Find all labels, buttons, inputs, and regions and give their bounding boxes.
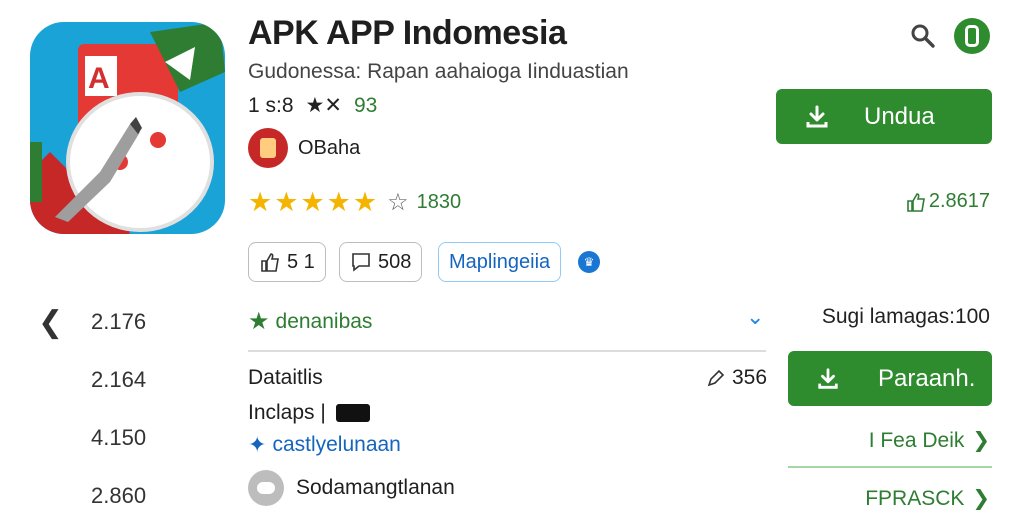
tag-label: Maplingeiia [449, 250, 551, 273]
includes-row: Inclaps | [248, 401, 370, 425]
like-chip[interactable]: 5 1 [248, 242, 326, 282]
left-stat: 2.860 [91, 483, 147, 508]
right-like-stat: 2.8617 [905, 190, 990, 213]
paranaha-label: Paraanh. [878, 364, 976, 392]
right-link-1-label: I Fea Deik [868, 428, 965, 452]
rating-stars: ★ ★ ★ ★ ★ ☆ 1830 [248, 188, 461, 217]
details-heading: Dataitlis [248, 366, 323, 389]
star-icon: ★ [248, 187, 273, 217]
app-title: APK APP Indomesia [248, 14, 567, 52]
app-meta-rating: 93 [353, 93, 378, 117]
verified-badge-icon: ♛ [578, 251, 600, 273]
thumbs-up-icon [261, 253, 279, 272]
star-half-icon: ★ [352, 187, 378, 217]
right-link-2[interactable]: FPRASCK ❯ [865, 486, 990, 511]
developer2-avatar [248, 470, 284, 506]
link-icon: ✦ [248, 432, 267, 457]
chevron-right-icon: ❯ [972, 429, 990, 452]
website-link[interactable]: ✦ castlyelunaan [248, 432, 401, 458]
download-icon [806, 105, 828, 127]
star-icon: ★ [274, 187, 299, 217]
right-stat-value: 2.8617 [928, 190, 990, 212]
developer-avatar [248, 128, 288, 168]
right-link-2-label: FPRASCK [865, 486, 965, 510]
download-button[interactable]: Undua [776, 89, 992, 144]
comment-count: 508 [378, 250, 412, 273]
right-link-1[interactable]: I Fea Deik ❯ [869, 428, 990, 453]
star-outline-icon[interactable]: ☆ [387, 188, 409, 217]
comment-icon [352, 253, 370, 272]
star-icon: ★ [248, 308, 270, 335]
divider [248, 350, 766, 352]
sign-language-label: Sugi lamagas:100 [821, 305, 990, 328]
ratings-count: 1830 [416, 191, 462, 213]
svg-text:A: A [88, 62, 110, 95]
app-subtitle: Gudonessa: Rapan aahaioga Iinduastian [248, 60, 629, 83]
category-label: denanibas [275, 309, 373, 333]
download-icon [818, 367, 838, 389]
star-count-icon: ★✕ [305, 94, 342, 117]
edit-count-value: 356 [732, 366, 768, 389]
top-actions [910, 18, 990, 54]
app-size: 1 s:8 [248, 93, 294, 117]
star-icon: ★ [326, 187, 351, 217]
developer2-name: Sodamangtlanan [296, 476, 455, 499]
tag-chip[interactable]: Maplingeiia [438, 242, 562, 282]
back-chevron-icon[interactable]: ❮ [38, 305, 63, 340]
star-icon: ★ [300, 187, 325, 217]
thumbs-up-icon [907, 192, 925, 212]
chevron-right-icon: ❯ [972, 487, 990, 510]
divider [788, 466, 992, 468]
search-icon[interactable] [910, 23, 936, 49]
developer2-row[interactable]: Sodamangtlanan [248, 470, 455, 506]
left-stat: 4.150 [91, 425, 147, 450]
developer-row[interactable]: OBaha [248, 128, 360, 168]
developer-name: OBaha [298, 136, 361, 159]
chevron-down-icon[interactable]: ⌄ [746, 304, 764, 330]
download-label: Undua [864, 102, 935, 130]
app-icon: A [30, 22, 225, 234]
app-meta-row: 1 s:8 ★✕ 93 [248, 93, 377, 118]
includes-label: Inclaps | [248, 401, 326, 424]
left-stat: 2.176 [91, 309, 147, 334]
account-icon[interactable] [954, 18, 990, 54]
category-row[interactable]: ★ denanibas [248, 307, 372, 336]
like-count: 5 1 [287, 250, 315, 273]
includes-badge-icon [335, 404, 370, 423]
comment-chip[interactable]: 508 [339, 242, 423, 282]
paranaha-button[interactable]: Paraanh. [788, 351, 992, 406]
edit-count[interactable]: 356 [706, 366, 767, 390]
left-stat: 2.164 [91, 367, 147, 392]
pencil-icon [707, 369, 725, 387]
website-link-label: castlyelunaan [272, 433, 401, 456]
